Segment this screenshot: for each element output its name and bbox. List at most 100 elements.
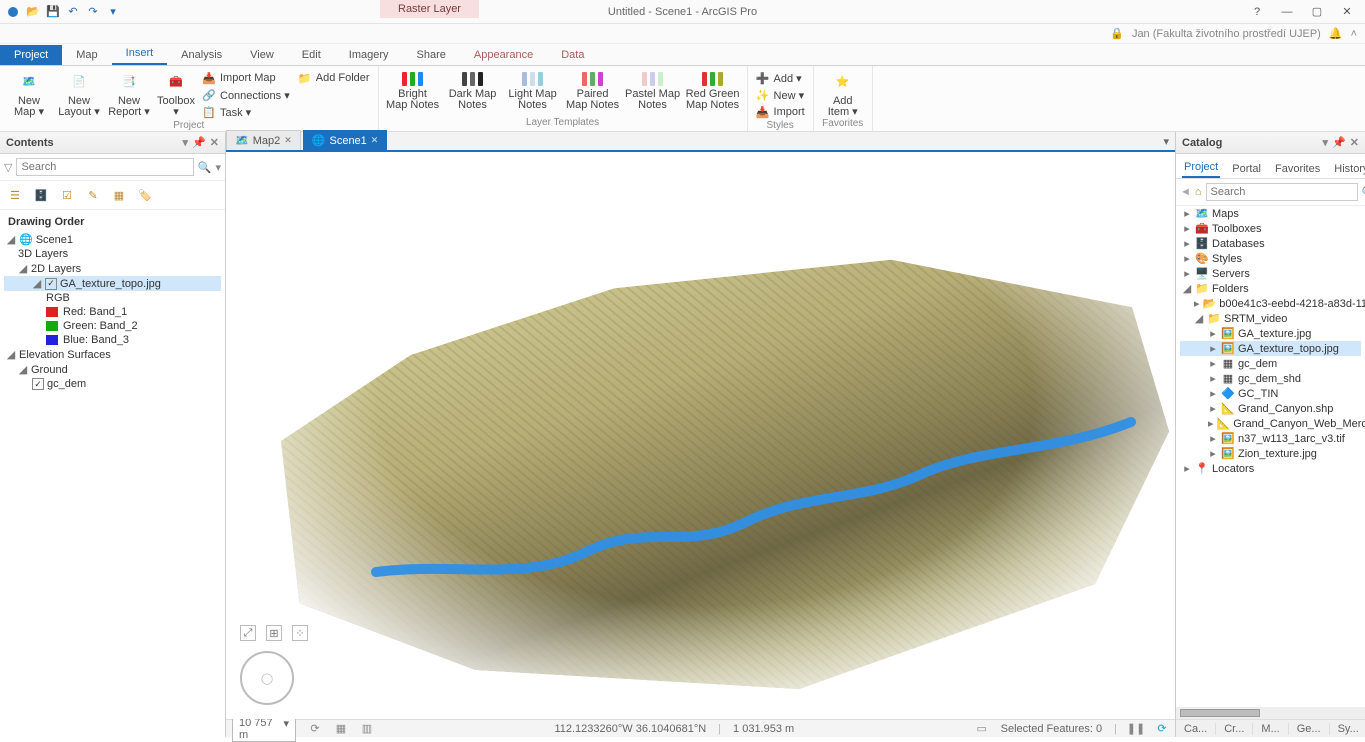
catalog-tab-project[interactable]: Project: [1182, 158, 1220, 178]
list-by-editing-icon[interactable]: ✎: [84, 186, 102, 204]
tab-share[interactable]: Share: [403, 45, 460, 65]
3d-layers-node[interactable]: 3D Layers: [4, 247, 221, 261]
tab-insert[interactable]: Insert: [112, 43, 168, 65]
contents-search-input[interactable]: [16, 158, 193, 176]
collapse-ribbon-icon[interactable]: ˄: [1351, 28, 1357, 40]
layer-ga-texture-topo[interactable]: ◢✓GA_texture_topo.jpg: [4, 276, 221, 291]
pin-icon[interactable]: 📌: [192, 136, 206, 149]
list-by-labeling-icon[interactable]: 🏷️: [136, 186, 154, 204]
close-icon[interactable]: ✕: [371, 135, 379, 146]
catalog-tab-portal[interactable]: Portal: [1230, 160, 1263, 178]
refresh-icon[interactable]: ⟳: [1155, 722, 1169, 736]
constraints-icon[interactable]: ▦: [334, 722, 348, 736]
filter-icon[interactable]: ▽: [4, 161, 12, 174]
contents-panel-header[interactable]: Contents ▾📌✕: [0, 132, 225, 154]
catalog-node-toolboxes[interactable]: ▸🧰Toolboxes: [1180, 221, 1361, 236]
scene-node[interactable]: ◢🌐Scene1: [4, 232, 221, 247]
pause-icon[interactable]: ❚❚: [1129, 722, 1143, 736]
undo-icon[interactable]: ↶: [66, 5, 80, 19]
catalog-file[interactable]: ▸🖼️GA_texture_topo.jpg: [1180, 341, 1361, 356]
styles-add-button[interactable]: ➕Add ▾: [754, 70, 807, 86]
tab-project-file[interactable]: Project: [0, 45, 62, 65]
home-icon[interactable]: ⌂: [1195, 186, 1202, 198]
list-by-source-icon[interactable]: 🗄️: [32, 186, 50, 204]
catalog-file[interactable]: ▸▦gc_dem_shd: [1180, 371, 1361, 386]
close-button[interactable]: ✕: [1333, 2, 1361, 22]
tab-imagery[interactable]: Imagery: [335, 45, 403, 65]
selection-icon[interactable]: ▭: [975, 722, 989, 736]
view-tab-scene1[interactable]: 🌐Scene1✕: [303, 130, 388, 150]
map-notes-button[interactable]: Pastel MapNotes: [625, 68, 681, 111]
folders-node[interactable]: ◢📁Folders: [1180, 281, 1361, 296]
catalog-search-input[interactable]: [1206, 183, 1358, 201]
layer-visible-checkbox[interactable]: ✓: [32, 378, 44, 390]
task-button[interactable]: 📋Task ▾: [200, 104, 292, 120]
panel-menu-icon[interactable]: ▾: [183, 136, 189, 149]
map-notes-button[interactable]: Red GreenMap Notes: [685, 68, 741, 111]
scene-viewport[interactable]: ⤢ ⊞ ⁘ ◯: [226, 152, 1175, 719]
back-icon[interactable]: ◄: [1180, 186, 1191, 198]
signed-in-user[interactable]: Jan (Fakulta životního prostředí UJEP): [1132, 28, 1321, 40]
navigator-toggle-icon[interactable]: ⤢: [240, 625, 256, 641]
help-icon[interactable]: ?: [1243, 2, 1271, 22]
minimize-button[interactable]: —: [1273, 2, 1301, 22]
redo-icon[interactable]: ↷: [86, 5, 100, 19]
view-menu-icon[interactable]: ▾: [1157, 133, 1175, 150]
list-by-selection-icon[interactable]: ☑: [58, 186, 76, 204]
close-icon[interactable]: ✕: [210, 136, 219, 149]
notifications-icon[interactable]: 🔔: [1329, 27, 1343, 40]
catalog-node-databases[interactable]: ▸🗄️Databases: [1180, 236, 1361, 251]
add-favorite-item-button[interactable]: ⭐AddItem ▾: [820, 68, 866, 118]
docked-panel-tab[interactable]: Ge...: [1289, 723, 1330, 735]
tab-map[interactable]: Map: [62, 45, 111, 65]
search-menu-icon[interactable]: ▾: [215, 161, 221, 174]
tab-analysis[interactable]: Analysis: [167, 45, 236, 65]
maximize-button[interactable]: ▢: [1303, 2, 1331, 22]
search-icon[interactable]: 🔍: [1362, 186, 1365, 199]
tab-view[interactable]: View: [236, 45, 288, 65]
snapping-icon[interactable]: ▥: [360, 722, 374, 736]
new-report-button[interactable]: 📑NewReport ▾: [106, 68, 152, 118]
new-layout-button[interactable]: 📄NewLayout ▾: [56, 68, 102, 118]
list-by-snapping-icon[interactable]: ▦: [110, 186, 128, 204]
pin-icon[interactable]: 📌: [1332, 136, 1346, 149]
tab-edit[interactable]: Edit: [288, 45, 335, 65]
catalog-horizontal-scrollbar[interactable]: [1176, 707, 1365, 719]
add-folder-button[interactable]: 📁Add Folder: [296, 70, 372, 86]
pause-drawing-icon[interactable]: ⟳: [308, 722, 322, 736]
panel-menu-icon[interactable]: ▾: [1323, 136, 1329, 149]
styles-import-button[interactable]: 📥Import: [754, 104, 807, 120]
catalog-file[interactable]: ▸🖼️n37_w113_1arc_v3.tif: [1180, 431, 1361, 446]
close-icon[interactable]: ✕: [1350, 136, 1359, 149]
catalog-node-styles[interactable]: ▸🎨Styles: [1180, 251, 1361, 266]
connections-button[interactable]: 🔗Connections ▾: [200, 87, 292, 103]
map-notes-button[interactable]: PairedMap Notes: [565, 68, 621, 111]
docked-panel-tab[interactable]: Ca...: [1176, 723, 1216, 735]
catalog-file[interactable]: ▸📐Grand_Canyon.shp: [1180, 401, 1361, 416]
map-notes-button[interactable]: Light MapNotes: [505, 68, 561, 111]
docked-panel-tab[interactable]: Cr...: [1216, 723, 1253, 735]
full-extent-icon[interactable]: ⊞: [266, 625, 282, 641]
docked-panel-tab[interactable]: Sy...: [1330, 723, 1365, 735]
layer-visible-checkbox[interactable]: ✓: [45, 278, 57, 290]
catalog-tab-history[interactable]: History: [1332, 160, 1365, 178]
catalog-node-maps[interactable]: ▸🗺️Maps: [1180, 206, 1361, 221]
search-icon[interactable]: 🔍: [198, 161, 212, 174]
catalog-node-servers[interactable]: ▸🖥️Servers: [1180, 266, 1361, 281]
on-screen-navigator[interactable]: ◯: [240, 651, 294, 705]
catalog-tab-favorites[interactable]: Favorites: [1273, 160, 1322, 178]
catalog-file[interactable]: ▸📐Grand_Canyon_Web_Mercator.shp: [1180, 416, 1361, 431]
locators-node[interactable]: ▸📍Locators: [1180, 461, 1361, 476]
import-map-button[interactable]: 📥Import Map: [200, 70, 292, 86]
map-notes-button[interactable]: Dark MapNotes: [445, 68, 501, 111]
scale-selector[interactable]: 10 757 m▾: [232, 716, 296, 742]
ground-node[interactable]: ◢Ground: [4, 362, 221, 377]
catalog-file[interactable]: ▸🔷GC_TIN: [1180, 386, 1361, 401]
folder-srtm-video[interactable]: ◢📁SRTM_video: [1180, 311, 1361, 326]
catalog-panel-header[interactable]: Catalog ▾📌✕: [1176, 132, 1365, 154]
elevation-surfaces-node[interactable]: ◢Elevation Surfaces: [4, 347, 221, 362]
styles-new-button[interactable]: ✨New ▾: [754, 87, 807, 103]
new-map-button[interactable]: 🗺️NewMap ▾: [6, 68, 52, 118]
open-icon[interactable]: 📂: [26, 5, 40, 19]
tab-data[interactable]: Data: [547, 45, 598, 65]
